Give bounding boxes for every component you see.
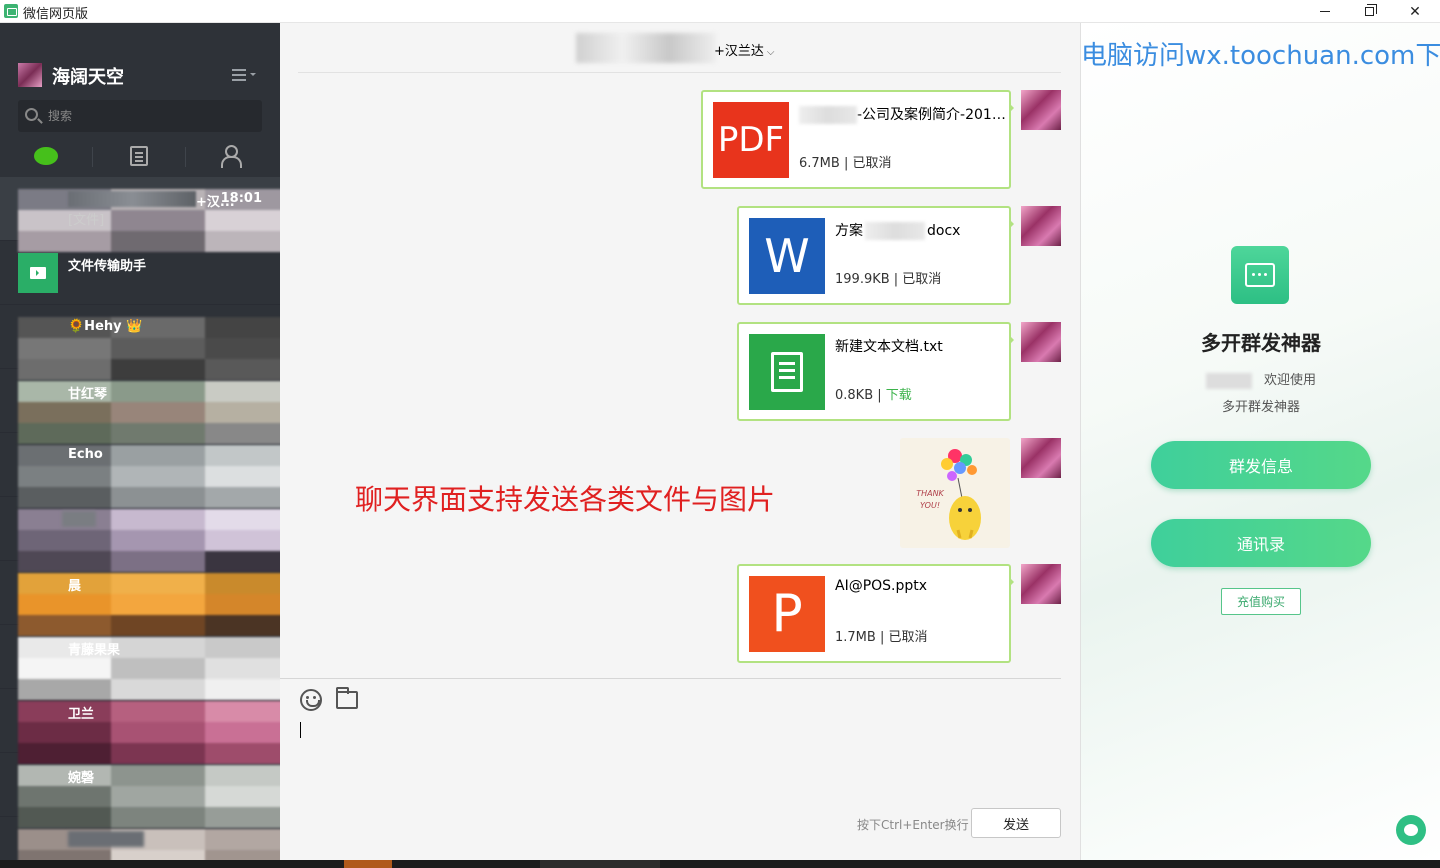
file-meta: 0.8KB | 下载: [835, 388, 912, 403]
download-link[interactable]: 下载: [886, 388, 912, 403]
file-meta: 1.7MB | 已取消: [835, 630, 928, 645]
chat-bubble-icon: [34, 147, 58, 165]
menu-icon[interactable]: [232, 69, 258, 83]
my-message-avatar[interactable]: [1021, 438, 1061, 478]
broadcast-button[interactable]: 群发信息: [1151, 441, 1371, 489]
plugin-panel: 电脑访问wx.toochuan.com下载神器 多开群发神器 欢迎使用 多开群发…: [1080, 23, 1440, 860]
conversation-name: 🌻Hehy 👑: [68, 319, 143, 334]
taskbar-strip: [0, 860, 1440, 868]
minimize-button[interactable]: [1302, 0, 1348, 23]
conversation-time: 18:01: [220, 191, 262, 206]
conversation-name: Echo: [68, 447, 103, 462]
tab-contacts[interactable]: [208, 141, 258, 171]
chat-title-text: +汉兰达: [714, 44, 764, 59]
word-icon: W: [749, 218, 825, 294]
my-message-avatar[interactable]: [1021, 564, 1061, 604]
conversation-item[interactable]: +汉... 18:01 [文件]: [0, 177, 280, 252]
send-button[interactable]: 发送: [971, 808, 1061, 838]
conversation-item[interactable]: 甘红琴: [0, 369, 280, 444]
conversation-name: 甘红琴: [68, 387, 108, 402]
composer: 按下Ctrl+Enter换行 发送: [280, 678, 1080, 860]
title-bar: 微信网页版 ✕: [0, 0, 1440, 23]
file-meta: 6.7MB | 已取消: [799, 156, 892, 171]
my-message-avatar[interactable]: [1021, 322, 1061, 362]
conversation-item[interactable]: [0, 497, 280, 572]
welcome-app-name: 多开群发神器: [1221, 400, 1300, 415]
text-file-icon: [749, 334, 825, 410]
conversation-name: [68, 831, 144, 847]
my-message-avatar[interactable]: [1021, 90, 1061, 130]
file-name: -公司及案例简介-201…: [799, 104, 1006, 124]
window-title: 微信网页版: [23, 7, 89, 22]
chat-title[interactable]: +汉兰达 ⌵: [714, 40, 775, 59]
folder-icon[interactable]: [336, 687, 358, 709]
conversation-item[interactable]: 🌻Hehy 👑: [0, 305, 280, 380]
chat-support-icon[interactable]: [1396, 815, 1426, 845]
overlay-caption: 聊天界面支持发送各类文件与图片: [355, 483, 776, 516]
tab-articles[interactable]: [114, 141, 164, 171]
watermark-text: 电脑访问wx.toochuan.com下载神器: [1081, 41, 1440, 71]
sticker-image[interactable]: THANK YOU!: [900, 438, 1010, 548]
conversation-item[interactable]: 卫兰: [0, 689, 280, 764]
chevron-down-icon: ⌵: [766, 47, 775, 58]
close-button[interactable]: ✕: [1392, 0, 1438, 23]
conversation-name: [62, 511, 96, 527]
file-meta: 199.9KB | 已取消: [835, 272, 942, 287]
contacts-button[interactable]: 通讯录: [1151, 519, 1371, 567]
sticker-caption: THANK YOU!: [916, 489, 944, 510]
file-name: AI@POS.pptx: [835, 578, 928, 594]
conversation-name: 青藤果果: [68, 643, 121, 658]
document-list-icon: [130, 146, 148, 166]
emoji-icon[interactable]: [300, 689, 322, 711]
search-box[interactable]: [18, 100, 262, 132]
conversation-item[interactable]: Echo: [0, 433, 280, 508]
file-message-card[interactable]: 新建文本文档.txt 0.8KB | 下载: [737, 322, 1014, 421]
app-logo-icon: [1231, 246, 1289, 304]
my-avatar[interactable]: [18, 63, 42, 87]
conversation-item[interactable]: 青藤果果: [0, 625, 280, 700]
file-name: 新建文本文档.txt: [835, 339, 943, 355]
file-name: 方案 docx: [835, 222, 961, 240]
file-message-card[interactable]: PDF -公司及案例简介-201… 6.7MB | 已取消: [701, 90, 1014, 189]
file-message-card[interactable]: P AI@POS.pptx 1.7MB | 已取消: [737, 564, 1014, 663]
conversation-preview: [文件]: [68, 213, 105, 228]
app-title: 多开群发神器: [1201, 331, 1321, 355]
conversation-list: +汉... 18:01 [文件] 文件传输助手 🌻Hehy 👑 甘红琴 Echo…: [0, 177, 280, 860]
buy-button[interactable]: 充值购买: [1221, 588, 1301, 615]
wechat-app-icon: [4, 4, 18, 18]
conversation-name: 婉磬: [68, 771, 95, 786]
avatar: [18, 829, 280, 860]
tab-chats[interactable]: [21, 141, 71, 171]
send-hint: 按下Ctrl+Enter换行: [857, 818, 969, 832]
my-name: 海阔天空: [52, 67, 124, 88]
welcome-text: 欢迎使用: [1081, 369, 1440, 389]
conversation-item[interactable]: [0, 817, 280, 860]
powerpoint-icon: P: [749, 576, 825, 652]
search-icon: [25, 108, 38, 121]
message-input[interactable]: [300, 720, 1060, 800]
my-message-avatar[interactable]: [1021, 206, 1061, 246]
conversation-name: 晨: [68, 579, 82, 594]
conversation-name: 文件传输助手: [68, 259, 147, 274]
contacts-icon: [221, 145, 245, 168]
sidebar: 海阔天空 +汉... 18:01 [文件] 文件传输助手: [0, 23, 280, 860]
conversation-item[interactable]: 晨: [0, 561, 280, 636]
maximize-button[interactable]: [1346, 0, 1392, 23]
pdf-icon: PDF: [713, 102, 789, 178]
search-input[interactable]: [48, 106, 248, 126]
file-message-card[interactable]: W 方案 docx 199.9KB | 已取消: [737, 206, 1014, 305]
chat-panel: +汉兰达 ⌵ PDF -公司及案例简介-201… 6.7MB | 已取消 W 方案…: [280, 23, 1080, 860]
nav-tabs: [0, 141, 280, 171]
file-transfer-icon: [18, 253, 58, 293]
conversation-item[interactable]: 文件传输助手: [0, 241, 280, 305]
chat-header: +汉兰达 ⌵: [298, 23, 1061, 73]
conversation-item[interactable]: 婉磬: [0, 753, 280, 828]
conversation-name: 卫兰: [68, 707, 95, 722]
